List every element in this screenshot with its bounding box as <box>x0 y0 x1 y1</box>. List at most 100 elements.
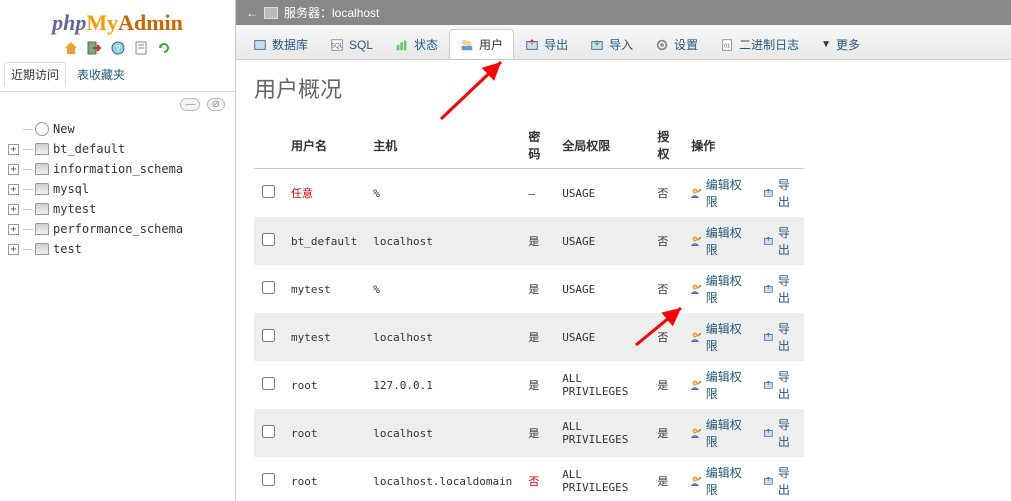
edit-privileges-link[interactable]: 编辑权限 <box>706 272 742 306</box>
th-password: 密码 <box>520 122 554 169</box>
logo-part-admin: Admin <box>118 10 183 35</box>
tree-db-item[interactable]: +test <box>8 239 227 259</box>
tab-导入[interactable]: 导入 <box>579 29 644 59</box>
edit-privileges-link[interactable]: 编辑权限 <box>706 368 742 402</box>
sidebar-tab-favorites[interactable]: 表收藏夹 <box>70 62 132 87</box>
export-link[interactable]: 导出 <box>778 224 796 258</box>
row-checkbox[interactable] <box>262 281 275 294</box>
export-link[interactable]: 导出 <box>778 464 796 498</box>
cell-grant: 否 <box>649 313 683 361</box>
tree-db-item[interactable]: + mytest <box>8 199 227 219</box>
expand-icon[interactable]: + <box>8 204 19 215</box>
table-row: mytestlocalhost是USAGE否编辑权限 导出 <box>254 313 804 361</box>
logout-icon[interactable] <box>86 40 102 56</box>
th-grant: 授权 <box>649 122 683 169</box>
tab-label: 数据库 <box>272 36 308 53</box>
tab-label: 导入 <box>609 36 633 53</box>
cell-password: 是 <box>520 409 554 457</box>
left-caret-icon[interactable]: ← <box>246 6 258 20</box>
reload-icon[interactable] <box>156 40 172 56</box>
export-icon <box>763 474 774 488</box>
tab-label: 状态 <box>414 36 438 53</box>
collapse-link-icon[interactable]: ⊘ <box>207 98 225 111</box>
edit-user-icon <box>691 378 702 392</box>
row-checkbox[interactable] <box>262 329 275 342</box>
row-checkbox[interactable] <box>262 425 275 438</box>
edit-user-icon <box>691 426 702 440</box>
cell-password: 否 <box>520 457 554 501</box>
tree-db-item[interactable]: +information_schema <box>8 159 227 179</box>
db-label: mytest <box>53 202 96 216</box>
cell-password: — <box>520 169 554 218</box>
tab-用户[interactable]: 用户 <box>449 29 514 59</box>
export-link[interactable]: 导出 <box>778 368 796 402</box>
export-icon <box>763 330 774 344</box>
cell-action: 编辑权限 导出 <box>683 217 804 265</box>
tree-db-item[interactable]: + bt_default <box>8 139 227 159</box>
query-icon[interactable]: ? <box>110 40 126 56</box>
tab-label: 设置 <box>674 36 698 53</box>
cell-global: USAGE <box>554 217 649 265</box>
db-label: bt_default <box>53 142 125 156</box>
main-tabs: 数据库 SQLSQL 状态用户导出 导入 设置 01 二进制日志 ▼更多 <box>236 25 1011 60</box>
expand-icon[interactable]: + <box>8 224 19 235</box>
edit-privileges-link[interactable]: 编辑权限 <box>706 176 742 210</box>
tree-db-item[interactable]: + mysql <box>8 179 227 199</box>
tab-label: 二进制日志 <box>739 36 799 53</box>
edit-privileges-link[interactable]: 编辑权限 <box>706 320 742 354</box>
cell-global: ALL PRIVILEGES <box>554 457 649 501</box>
row-checkbox[interactable] <box>262 473 275 486</box>
cell-user: bt_default <box>283 217 365 265</box>
cell-user: 任意 <box>283 169 365 218</box>
export-link[interactable]: 导出 <box>778 416 796 450</box>
export-link[interactable]: 导出 <box>778 272 796 306</box>
export-link[interactable]: 导出 <box>778 176 796 210</box>
database-icon <box>35 143 49 155</box>
tab-设置[interactable]: 设置 <box>644 29 709 59</box>
row-checkbox[interactable] <box>262 233 275 246</box>
edit-privileges-link[interactable]: 编辑权限 <box>706 224 742 258</box>
edit-privileges-link[interactable]: 编辑权限 <box>706 464 742 498</box>
tab-更多[interactable]: ▼更多 <box>810 29 871 59</box>
cell-grant: 否 <box>649 217 683 265</box>
expand-icon[interactable]: + <box>8 244 19 255</box>
db-label: mysql <box>53 182 89 196</box>
page-title: 用户概况 <box>254 72 993 104</box>
tab-icon <box>655 38 669 52</box>
database-icon <box>35 243 49 255</box>
tab-状态[interactable]: 状态 <box>384 29 449 59</box>
cell-action: 编辑权限 导出 <box>683 265 804 313</box>
database-icon <box>35 223 49 235</box>
export-link[interactable]: 导出 <box>778 320 796 354</box>
export-icon <box>763 282 774 296</box>
cell-action: 编辑权限 导出 <box>683 313 804 361</box>
row-checkbox[interactable] <box>262 377 275 390</box>
expand-icon[interactable]: + <box>8 164 19 175</box>
tree-db-item[interactable]: +performance_schema <box>8 219 227 239</box>
svg-text:SQL: SQL <box>331 42 344 49</box>
tree-new[interactable]: New <box>8 119 227 139</box>
edit-privileges-link[interactable]: 编辑权限 <box>706 416 742 450</box>
cell-host: localhost <box>365 217 520 265</box>
tab-二进制日志[interactable]: 01 二进制日志 <box>709 29 810 59</box>
docs-icon[interactable] <box>133 40 149 56</box>
content: 用户概况 用户名 主机 密码 全局权限 授权 操作 任意%—USAGE否编辑权限… <box>236 60 1011 501</box>
svg-text:01: 01 <box>724 43 730 49</box>
home-icon[interactable] <box>63 40 79 56</box>
tab-icon <box>590 38 604 52</box>
cell-global: ALL PRIVILEGES <box>554 409 649 457</box>
expand-icon[interactable]: + <box>8 184 19 195</box>
table-row: rootlocalhost.localdomain否ALL PRIVILEGES… <box>254 457 804 501</box>
expand-icon[interactable]: + <box>8 144 19 155</box>
row-checkbox[interactable] <box>262 185 275 198</box>
tab-icon <box>395 38 409 52</box>
tab-数据库[interactable]: 数据库 <box>242 29 319 59</box>
cell-action: 编辑权限 导出 <box>683 169 804 218</box>
tab-导出[interactable]: 导出 <box>514 29 579 59</box>
sidebar-tab-recent[interactable]: 近期访问 <box>4 62 66 87</box>
tab-SQL[interactable]: SQLSQL <box>319 29 384 59</box>
cell-host: 127.0.0.1 <box>365 361 520 409</box>
cell-user: root <box>283 409 365 457</box>
collapse-minus-icon[interactable]: — <box>180 98 200 111</box>
export-icon <box>763 426 774 440</box>
